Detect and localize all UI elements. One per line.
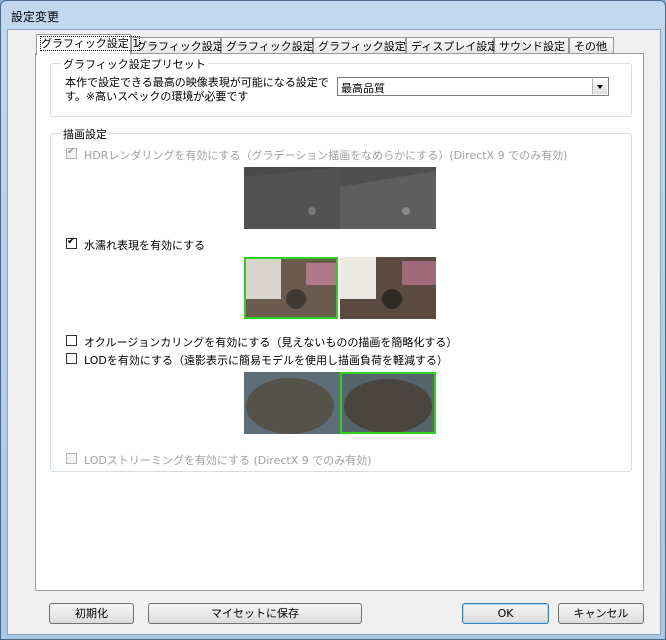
wet-checkbox[interactable]: [66, 236, 77, 249]
hdr-label: HDRレンダリングを有効にする（グラデーション描画をなめらかにする）(Direc…: [84, 149, 568, 162]
hdr-preview-on-image: [340, 167, 436, 229]
wet-preview-on: [340, 257, 436, 319]
tab-graphics-2[interactable]: グラフィック設定 2: [131, 37, 234, 54]
wet-label: 水濡れ表現を有効にする: [84, 239, 206, 252]
render-group-legend: 描画設定: [61, 126, 109, 142]
lod-streaming-checkbox[interactable]: [66, 453, 77, 464]
tab-display[interactable]: ディスプレイ設定: [406, 37, 498, 54]
wet-preview-on-image: [340, 257, 436, 319]
tab-graphics-3[interactable]: グラフィック設定 3: [221, 37, 324, 54]
tab-label: サウンド設定: [499, 40, 565, 53]
render-group: 描画設定 HDRレンダリングを有効にする（グラデーション描画をなめらかにする）(…: [50, 126, 632, 472]
hdr-checkbox[interactable]: [66, 146, 77, 159]
preset-selected-value: 最高品質: [341, 82, 385, 95]
tab-label: グラフィック設定 4: [318, 40, 417, 53]
window-title: 設定変更: [11, 10, 60, 24]
tab-other[interactable]: その他: [569, 37, 614, 54]
lod-preview-off: [244, 372, 340, 434]
wet-preview-off-image: [246, 259, 336, 317]
tab-label: その他: [574, 40, 607, 53]
tab-graphics-4[interactable]: グラフィック設定 4: [313, 37, 416, 54]
tab-label: グラフィック設定 1: [39, 36, 141, 51]
tab-graphics-1[interactable]: グラフィック設定 1: [36, 34, 141, 55]
tab-label: グラフィック設定 3: [226, 40, 325, 53]
preset-group-legend: グラフィック設定プリセット: [61, 56, 208, 72]
ok-button[interactable]: OK: [462, 603, 549, 624]
lod-preview-on-image: [342, 374, 434, 432]
dialog-client: グラフィック設定 1 グラフィック設定 2 グラフィック設定 3 グラフィック設…: [7, 29, 661, 635]
occlusion-checkbox[interactable]: [66, 335, 77, 346]
wet-preview-off: [244, 257, 338, 319]
tab-label: グラフィック設定 2: [136, 40, 235, 53]
chevron-down-icon[interactable]: [592, 79, 607, 94]
save-preset-button[interactable]: マイセットに保存: [148, 603, 362, 624]
title-bar[interactable]: 設定変更: [1, 1, 665, 29]
lod-checkbox[interactable]: [66, 353, 77, 364]
preset-description: 本作で設定できる最高の映像表現が可能になる設定です。※高いスペックの環境が必要で…: [65, 76, 329, 103]
lod-preview-off-image: [244, 372, 340, 434]
hdr-preview-on: [340, 167, 436, 229]
hdr-preview-off-image: [244, 167, 340, 229]
cancel-button[interactable]: キャンセル: [558, 603, 644, 624]
tab-label: ディスプレイ設定: [411, 40, 499, 53]
lod-label: LODを有効にする（遠影表示に簡易モデルを使用し描画負荷を軽減する）: [84, 354, 448, 367]
preset-group: グラフィック設定プリセット 本作で設定できる最高の映像表現が可能になる設定です。…: [50, 56, 632, 117]
tab-panel: グラフィック設定プリセット 本作で設定できる最高の映像表現が可能になる設定です。…: [35, 53, 644, 591]
lod-preview-on: [340, 372, 436, 434]
settings-window: 設定変更 グラフィック設定 1 グラフィック設定 2 グラフィック設定 3 グラ…: [0, 0, 666, 640]
reset-button[interactable]: 初期化: [49, 603, 134, 624]
lod-streaming-label: LODストリーミングを有効にする (DirectX 9 でのみ有効): [84, 454, 372, 467]
preset-select[interactable]: 最高品質: [337, 77, 609, 96]
tab-sound[interactable]: サウンド設定: [494, 37, 569, 54]
occlusion-label: オクルージョンカリングを有効にする（見えないものの描画を簡略化する）: [84, 336, 458, 349]
hdr-preview-off: [244, 167, 340, 229]
